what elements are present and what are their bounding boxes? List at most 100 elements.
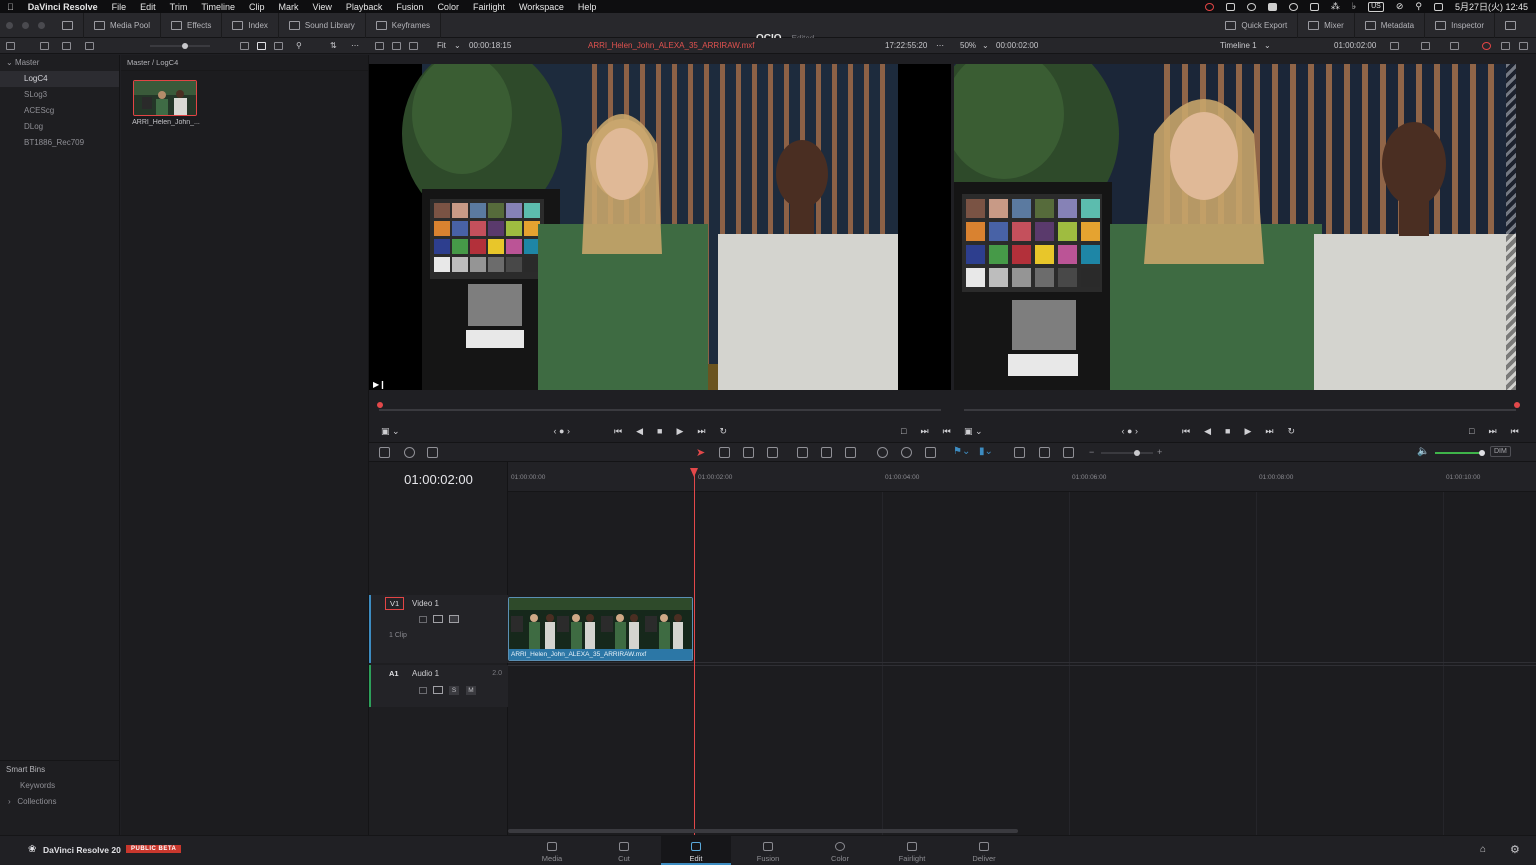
timeline-viewer[interactable] (954, 64, 1516, 390)
effects-toggle[interactable]: Effects (161, 12, 223, 38)
menu-trim[interactable]: Trim (163, 2, 195, 12)
voiceover-icon[interactable] (427, 447, 438, 458)
timeline-jog-icon[interactable]: ‹ ● › (1122, 426, 1138, 436)
zoom-in-icon[interactable]: + (1157, 447, 1162, 457)
minimize-window-icon[interactable] (22, 21, 29, 29)
volume-icon[interactable]: ♭ (1352, 1, 1356, 12)
timeline-zoom-slider[interactable] (1101, 452, 1153, 454)
next-frame-icon[interactable]: ⏭ (920, 426, 928, 437)
timeline-playhead[interactable] (690, 468, 698, 835)
jog-icon[interactable]: ‹ ● › (554, 426, 570, 436)
sort-icon[interactable]: ⇅ (330, 41, 337, 50)
menu-timeline[interactable]: Timeline (194, 2, 242, 12)
audio-track-id[interactable]: A1 (389, 669, 399, 678)
metadata-toggle[interactable]: Metadata (1355, 13, 1426, 38)
viewer-mode-icon[interactable]: ▣ ⌄ (381, 426, 400, 437)
page-tab-fusion[interactable]: Fusion (733, 836, 803, 865)
quick-export-button[interactable]: Quick Export (1215, 13, 1299, 38)
timeline-timecode-display[interactable]: 01:00:02:00 (369, 470, 508, 490)
list-view-icon[interactable] (240, 42, 249, 50)
menu-edit[interactable]: Edit (133, 2, 163, 12)
link-icon[interactable] (40, 42, 49, 50)
thumbnail-size-knob[interactable] (182, 43, 188, 49)
media-pool-toggle[interactable]: Media Pool (84, 12, 162, 38)
menu-playback[interactable]: Playback (339, 2, 390, 12)
display-icon[interactable] (1225, 2, 1235, 11)
play-icon[interactable]: ▶ (676, 426, 683, 437)
timeline-stop-icon[interactable]: ■ (1225, 426, 1230, 436)
chevron-down-icon[interactable]: ⌄ (454, 41, 461, 50)
timeline-ruler[interactable]: 01:00:00:00 01:00:02:00 01:00:04:00 01:0… (508, 462, 1536, 492)
solo-button[interactable]: S (449, 686, 459, 695)
thumbnail-view-icon[interactable] (257, 42, 266, 50)
page-tab-cut[interactable]: Cut (589, 836, 659, 865)
index-toggle[interactable]: Index (222, 12, 279, 38)
more-options-icon[interactable]: ⋯ (351, 41, 359, 50)
menu-color[interactable]: Color (430, 2, 466, 12)
menu-fusion[interactable]: Fusion (389, 2, 430, 12)
fullscreen-icon[interactable] (1501, 42, 1510, 50)
mute-icon[interactable] (1309, 2, 1319, 11)
menu-file[interactable]: File (105, 2, 134, 12)
timeline-loop-icon[interactable]: ↻ (1287, 426, 1295, 437)
metadata-view-icon[interactable] (274, 42, 283, 50)
timeline-scrubber[interactable] (954, 400, 1526, 420)
expand-icon[interactable] (1519, 42, 1528, 50)
settings-gear-icon[interactable]: ⚙ (1510, 843, 1520, 856)
menu-view[interactable]: View (306, 2, 339, 12)
home-icon[interactable]: ⌂ (1480, 844, 1486, 855)
panel-collapse-button[interactable] (1495, 13, 1526, 38)
timeline-name-select[interactable]: Timeline 1 (1220, 41, 1257, 50)
blade-tool-icon[interactable] (743, 447, 754, 458)
input-source[interactable]: US (1368, 1, 1384, 12)
close-window-icon[interactable] (6, 21, 13, 29)
overwrite-clip-icon[interactable] (821, 447, 832, 458)
menu-mark[interactable]: Mark (272, 2, 306, 12)
thumbnail-size-slider[interactable] (150, 45, 210, 47)
keyframes-toggle[interactable]: Keyframes (366, 12, 441, 38)
timeline-zoom-select[interactable]: 50% (960, 41, 976, 50)
media-clip-thumbnail[interactable] (133, 80, 197, 116)
master-volume-slider[interactable] (1435, 452, 1483, 454)
flag-icon[interactable]: ⚑⌄ (953, 446, 970, 457)
smart-bin-keywords[interactable]: Keywords (0, 778, 120, 794)
chevron-down-icon[interactable]: ⌄ (982, 41, 989, 50)
previous-frame-icon[interactable]: ⏮ (943, 426, 951, 437)
viewer-overlay-icon[interactable] (1390, 42, 1399, 50)
smart-bins-header[interactable]: Smart Bins (0, 760, 120, 778)
timeline-reverse-play-icon[interactable]: ◀ (1204, 426, 1211, 437)
timeline-area[interactable]: 01:00:00:00 01:00:02:00 01:00:04:00 01:0… (508, 462, 1536, 835)
app-status-icon[interactable] (1267, 2, 1277, 11)
cinema-viewer-icon[interactable] (409, 42, 418, 50)
audio-track-name[interactable]: Audio 1 (412, 669, 439, 678)
master-volume-knob[interactable] (1479, 450, 1485, 456)
stop-icon[interactable]: ■ (657, 426, 662, 436)
marker-icon[interactable]: ▮⌄ (979, 446, 993, 457)
loop-icon[interactable]: ↻ (719, 426, 727, 437)
zoom-window-icon[interactable] (38, 21, 45, 29)
wifi-off-icon[interactable]: ⊘ (1396, 1, 1404, 12)
timeline-viewer-mode-icon[interactable]: ▣ ⌄ (964, 426, 983, 437)
menu-workspace[interactable]: Workspace (512, 2, 571, 12)
chevron-down-icon[interactable]: ⌄ (1264, 41, 1271, 50)
track-lock-icon[interactable] (419, 616, 427, 623)
source-viewer[interactable]: ▶❙ (369, 64, 951, 390)
insert-clip-icon[interactable] (797, 447, 808, 458)
audio-lock-icon[interactable] (419, 687, 427, 694)
match-frame-icon[interactable]: □ (901, 426, 906, 436)
replace-clip-icon[interactable] (845, 447, 856, 458)
page-tab-color[interactable]: Color (805, 836, 875, 865)
page-tab-media[interactable]: Media (517, 836, 587, 865)
inspector-toggle[interactable]: Inspector (1425, 13, 1495, 38)
bin-item-slog3[interactable]: SLog3 (0, 87, 119, 103)
source-viewer-mode-icon[interactable] (375, 42, 384, 50)
source-scrubber[interactable] (369, 400, 951, 420)
search-icon[interactable]: ⚲ (296, 41, 302, 50)
timeline-view-options-icon[interactable] (379, 447, 390, 458)
bin-item-logc4[interactable]: LogC4 (0, 71, 119, 87)
go-to-end-icon[interactable]: ⏭ (697, 426, 705, 437)
record-status-icon[interactable] (1204, 2, 1214, 11)
bin-item-bt1886-rec709[interactable]: BT1886_Rec709 (0, 135, 119, 151)
selection-tool-icon[interactable]: ➤ (696, 446, 705, 459)
audio-auto-track-icon[interactable] (433, 686, 443, 694)
